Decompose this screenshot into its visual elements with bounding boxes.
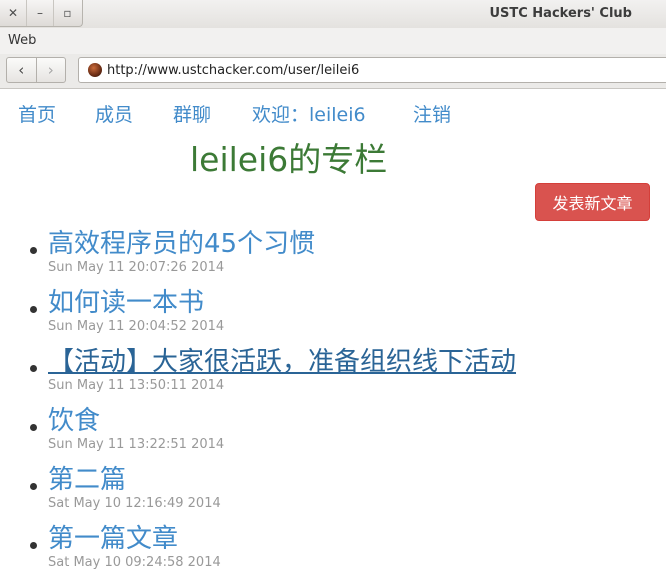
page-title: leilei6的专栏 bbox=[190, 140, 388, 179]
nav-welcome-link[interactable]: 欢迎：leilei6 bbox=[252, 100, 366, 127]
page-content: 首页 成员 群聊 欢迎：leilei6 注销 leilei6的专栏 发表新文章 … bbox=[0, 89, 666, 576]
list-item: 第一篇文章 Sat May 10 09:24:58 2014 bbox=[0, 524, 666, 582]
maximize-icon[interactable]: ▫ bbox=[54, 0, 81, 26]
menu-web[interactable]: Web bbox=[8, 33, 36, 48]
list-item: 高效程序员的45个习惯 Sun May 11 20:07:26 2014 bbox=[0, 229, 666, 287]
bullet-icon bbox=[30, 306, 37, 313]
post-date: Sat May 10 09:24:58 2014 bbox=[48, 555, 221, 570]
nav-group-chat-link[interactable]: 群聊 bbox=[173, 100, 211, 127]
navigation-bar: ‹ › http://www.ustchacker.com/user/leile… bbox=[0, 54, 666, 89]
post-title-link[interactable]: 高效程序员的45个习惯 bbox=[48, 229, 315, 259]
post-title-link[interactable]: 第一篇文章 bbox=[48, 524, 178, 554]
nav-logout-link[interactable]: 注销 bbox=[413, 100, 451, 127]
forward-icon[interactable]: › bbox=[37, 58, 66, 82]
address-bar[interactable]: http://www.ustchacker.com/user/leilei6 bbox=[78, 57, 666, 83]
bullet-icon bbox=[30, 483, 37, 490]
new-post-button[interactable]: 发表新文章 bbox=[535, 183, 650, 221]
bullet-icon bbox=[30, 542, 37, 549]
post-title-link[interactable]: 第二篇 bbox=[48, 465, 126, 495]
minimize-icon[interactable]: – bbox=[27, 0, 54, 26]
nav-members-link[interactable]: 成员 bbox=[95, 100, 133, 127]
bullet-icon bbox=[30, 365, 37, 372]
list-item: 第二篇 Sat May 10 12:16:49 2014 bbox=[0, 465, 666, 523]
post-date: Sun May 11 13:22:51 2014 bbox=[48, 437, 225, 452]
post-date: Sun May 11 20:07:26 2014 bbox=[48, 260, 225, 275]
close-icon[interactable]: ✕ bbox=[0, 0, 27, 26]
bullet-icon bbox=[30, 424, 37, 431]
post-title-link[interactable]: 如何读一本书 bbox=[48, 288, 204, 318]
site-favicon-icon bbox=[88, 63, 102, 77]
title-bar: ✕ – ▫ USTC Hackers' Club bbox=[0, 0, 666, 28]
history-buttons: ‹ › bbox=[6, 57, 66, 83]
list-item: 如何读一本书 Sun May 11 20:04:52 2014 bbox=[0, 288, 666, 346]
post-title-link[interactable]: 饮食 bbox=[48, 406, 100, 436]
post-date: Sun May 11 20:04:52 2014 bbox=[48, 319, 225, 334]
menu-bar: Web bbox=[0, 28, 666, 54]
post-title-link[interactable]: 【活动】大家很活跃，准备组织线下活动 bbox=[48, 347, 516, 377]
nav-home-link[interactable]: 首页 bbox=[18, 100, 56, 127]
post-date: Sun May 11 13:50:11 2014 bbox=[48, 378, 225, 393]
window-controls: ✕ – ▫ bbox=[0, 0, 83, 27]
list-item: 【活动】大家很活跃，准备组织线下活动 Sun May 11 13:50:11 2… bbox=[0, 347, 666, 405]
back-icon[interactable]: ‹ bbox=[7, 58, 37, 82]
list-item: 饮食 Sun May 11 13:22:51 2014 bbox=[0, 406, 666, 464]
url-text[interactable]: http://www.ustchacker.com/user/leilei6 bbox=[107, 63, 359, 78]
window-title: USTC Hackers' Club bbox=[489, 6, 632, 21]
bullet-icon bbox=[30, 247, 37, 254]
post-date: Sat May 10 12:16:49 2014 bbox=[48, 496, 221, 511]
